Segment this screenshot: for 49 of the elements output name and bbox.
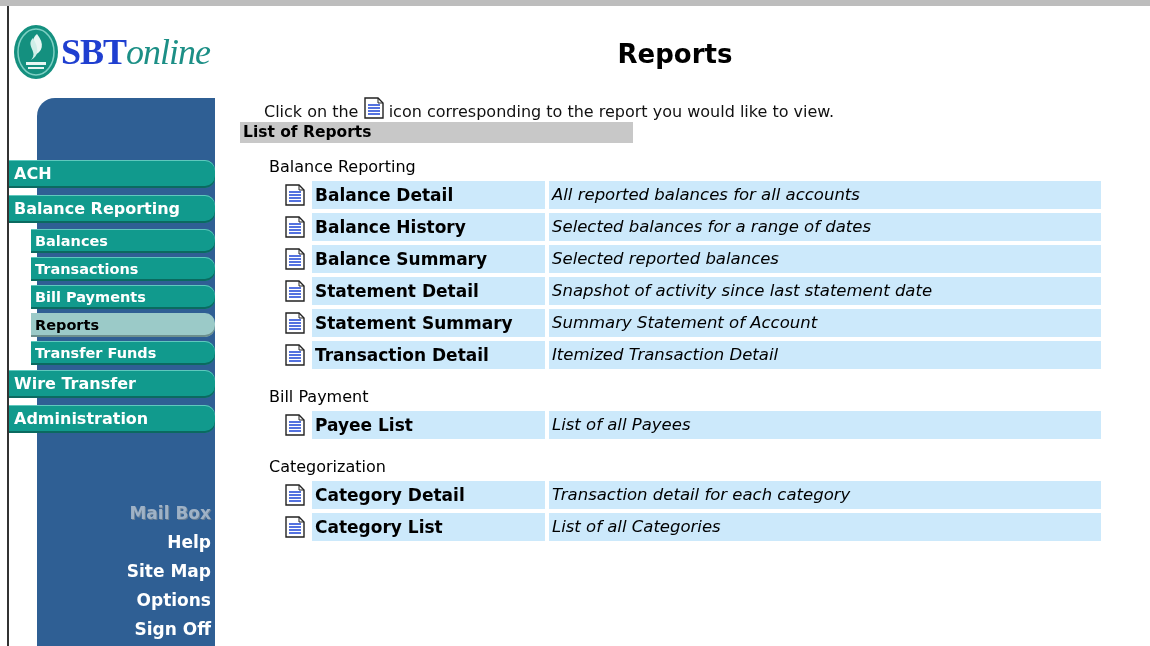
report-description: Selected reported balances [549,245,1101,273]
report-description: Snapshot of activity since last statement date [549,277,1101,305]
sidebar-link[interactable]: Sign Off [134,615,211,644]
group-title: Balance Reporting [269,156,417,178]
page-title: Reports [616,39,734,71]
document-icon[interactable] [285,484,305,506]
report-name: Category Detail [312,481,545,509]
document-icon[interactable] [285,216,305,238]
nav-subitem[interactable]: Balances [31,229,215,253]
document-icon[interactable] [285,312,305,334]
report-description: Selected balances for a range of dates [549,213,1101,241]
report-name: Category List [312,513,545,541]
report-name: Balance History [312,213,545,241]
sidebar-link[interactable]: Options [136,586,211,615]
sidebar-link[interactable]: Help [167,528,211,557]
report-name: Payee List [312,411,545,439]
nav-subitem[interactable]: Bill Payments [31,285,215,309]
report-name: Balance Summary [312,245,545,273]
report-description: All reported balances for all accounts [549,181,1101,209]
nav-subitem[interactable]: Reports [31,313,215,337]
report-name: Transaction Detail [312,341,545,369]
document-icon[interactable] [285,280,305,302]
report-name: Statement Detail [312,277,545,305]
report-description: Itemized Transaction Detail [549,341,1101,369]
document-icon[interactable] [285,516,305,538]
document-icon[interactable] [285,344,305,366]
group-title: Categorization [269,456,387,478]
report-name: Statement Summary [312,309,545,337]
document-icon[interactable] [285,184,305,206]
nav-subitem[interactable]: Transfer Funds [31,341,215,365]
nav-item[interactable]: ACH [9,160,215,188]
logo-emblem-icon [13,24,59,80]
section-header: List of Reports [240,122,633,143]
report-description: List of all Categories [549,513,1101,541]
document-icon[interactable] [285,414,305,436]
logo-text: SBTonline [61,31,211,73]
nav-item[interactable]: Wire Transfer [9,370,215,398]
report-description: List of all Payees [549,411,1101,439]
instruction-text: Click on the icon corresponding to the report you would like to view. [254,97,844,124]
nav-item[interactable]: Balance Reporting [9,195,215,223]
group-title: Bill Payment [269,386,370,408]
sidebar-link[interactable]: Site Map [126,557,211,586]
document-icon[interactable] [285,248,305,270]
nav-subitem[interactable]: Transactions [31,257,215,281]
document-icon [363,97,384,119]
report-description: Summary Statement of Account [549,309,1101,337]
nav-item[interactable]: Administration [9,405,215,433]
report-name: Balance Detail [312,181,545,209]
report-description: Transaction detail for each category [549,481,1101,509]
